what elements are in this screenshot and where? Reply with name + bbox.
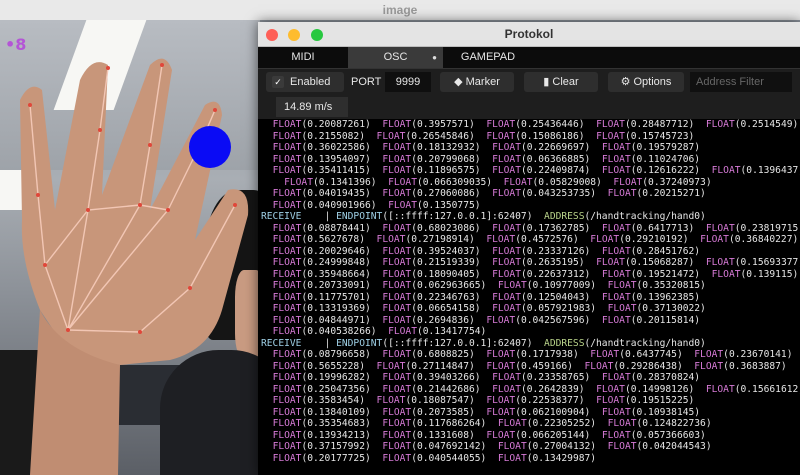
toolbar: ✓ Enabled PORT 9999 ◆ Marker ▮ Clear ⚙ Op… [258, 69, 800, 119]
hand-landmarks [20, 58, 249, 475]
marker-button[interactable]: ◆ Marker [440, 72, 514, 92]
hand-skin [20, 58, 249, 366]
port-label: PORT [351, 76, 382, 88]
log-line: FLOAT(0.25047356) FLOAT(0.21442686) FLOA… [272, 383, 800, 395]
log-line: FLOAT(0.13934213) FLOAT(0.1331608) FLOAT… [272, 429, 706, 441]
log-line: FLOAT(0.19996282) FLOAT(0.39403266) FLOA… [272, 372, 701, 383]
log-line: FLOAT(0.37157992) FLOAT(0.047692142) FLO… [272, 441, 712, 452]
gear-icon: ⚙ [620, 76, 634, 88]
clear-label: Clear [552, 76, 579, 88]
log-line: FLOAT(0.5627678) FLOAT(0.27198914) FLOAT… [272, 234, 799, 245]
clear-button[interactable]: ▮ Clear [524, 72, 598, 92]
tab-midi[interactable]: MIDI [258, 47, 348, 68]
log-line: FLOAT(0.20029646) FLOAT(0.39524037) FLOA… [272, 245, 701, 257]
log-line: FLOAT(0.2155082) FLOAT(0.26545846) FLOAT… [272, 130, 695, 142]
log-line: FLOAT(0.13954097) FLOAT(0.20799068) FLOA… [272, 153, 701, 165]
log-receive-line: RECEIVE | ENDPOINT([::ffff:127.0.0.1]:62… [261, 211, 706, 222]
log-line: FLOAT(0.20177725) FLOAT(0.040544055) FLO… [272, 452, 597, 464]
log-line: FLOAT(0.35411415) FLOAT(0.11896575) FLOA… [272, 165, 800, 176]
protokol-titlebar[interactable]: Protokol [258, 22, 800, 47]
options-label: Options [633, 76, 672, 88]
marker-label: Marker [465, 76, 500, 88]
pointer-circle [189, 126, 231, 168]
tab-osc[interactable]: OSC ● [348, 47, 443, 68]
log-line: FLOAT(0.04844971) FLOAT(0.2694836) FLOAT… [272, 314, 701, 326]
log-receive-line: RECEIVE | ENDPOINT([::ffff:127.0.0.1]:62… [261, 337, 706, 349]
options-button[interactable]: ⚙ Options [608, 72, 684, 92]
enabled-toggle[interactable]: ✓ Enabled [266, 72, 344, 92]
log-line: FLOAT(0.36022586) FLOAT(0.18132932) FLOA… [272, 142, 701, 153]
message-log[interactable]: FLOAT(0.20087261) FLOAT(0.3957571) FLOAT… [258, 119, 800, 475]
address-filter-input[interactable]: Address Filter [690, 72, 792, 92]
log-line: FLOAT(0.3583454) FLOAT(0.18087547) FLOAT… [272, 395, 695, 406]
image-window-title: image [382, 3, 418, 17]
tab-bar: MIDI OSC ● GAMEPAD [258, 47, 800, 69]
tag-icon: ◆ [454, 76, 466, 88]
log-line: FLOAT(0.040901966) FLOAT(0.1350775) [272, 199, 481, 211]
log-line: FLOAT(0.1341396) FLOAT(0.066309035) FLOA… [284, 176, 712, 188]
log-line: FLOAT(0.13319369) FLOAT(0.06654158) FLOA… [272, 303, 706, 314]
enabled-label: Enabled [290, 76, 331, 88]
tracking-marker-icon: •8 [5, 35, 27, 54]
image-titlebar: image [0, 0, 800, 21]
log-line: FLOAT(0.35948664) FLOAT(0.18090405) FLOA… [272, 268, 799, 280]
log-line: FLOAT(0.5655228) FLOAT(0.27114847) FLOAT… [272, 360, 787, 372]
tab-label: GAMEPAD [460, 51, 516, 63]
tab-dot-icon: ● [432, 53, 437, 62]
tab-label: OSC [383, 51, 408, 63]
log-line: FLOAT(0.35354683) FLOAT(0.117686264) FLO… [272, 418, 712, 429]
log-line: FLOAT(0.08796658) FLOAT(0.6808825) FLOAT… [272, 349, 793, 360]
log-line: FLOAT(0.24999848) FLOAT(0.21519339) FLOA… [272, 257, 800, 268]
log-line: FLOAT(0.04019435) FLOAT(0.27060086) FLOA… [272, 188, 706, 199]
log-line: FLOAT(0.20087261) FLOAT(0.3957571) FLOAT… [272, 119, 799, 130]
speed-readout: 14.89 m/s [276, 97, 348, 117]
log-line: FLOAT(0.20733091) FLOAT(0.062963665) FLO… [272, 280, 706, 291]
protokol-window: Protokol MIDI OSC ● GAMEPAD ✓ Enabled POR… [258, 22, 800, 475]
window-title: Protokol [504, 27, 554, 41]
port-field[interactable]: 9999 [385, 72, 431, 92]
log-line: FLOAT(0.08878441) FLOAT(0.68023086) FLOA… [272, 222, 800, 234]
tab-gamepad[interactable]: GAMEPAD [443, 47, 533, 68]
tab-label: MIDI [291, 51, 315, 63]
log-line: FLOAT(0.11775701) FLOAT(0.22346763) FLOA… [272, 291, 701, 303]
log-line: FLOAT(0.040538266) FLOAT(0.13417754) [272, 326, 487, 337]
checkmark-icon: ✓ [272, 76, 284, 89]
log-line: FLOAT(0.13840109) FLOAT(0.2073585) FLOAT… [272, 406, 701, 418]
